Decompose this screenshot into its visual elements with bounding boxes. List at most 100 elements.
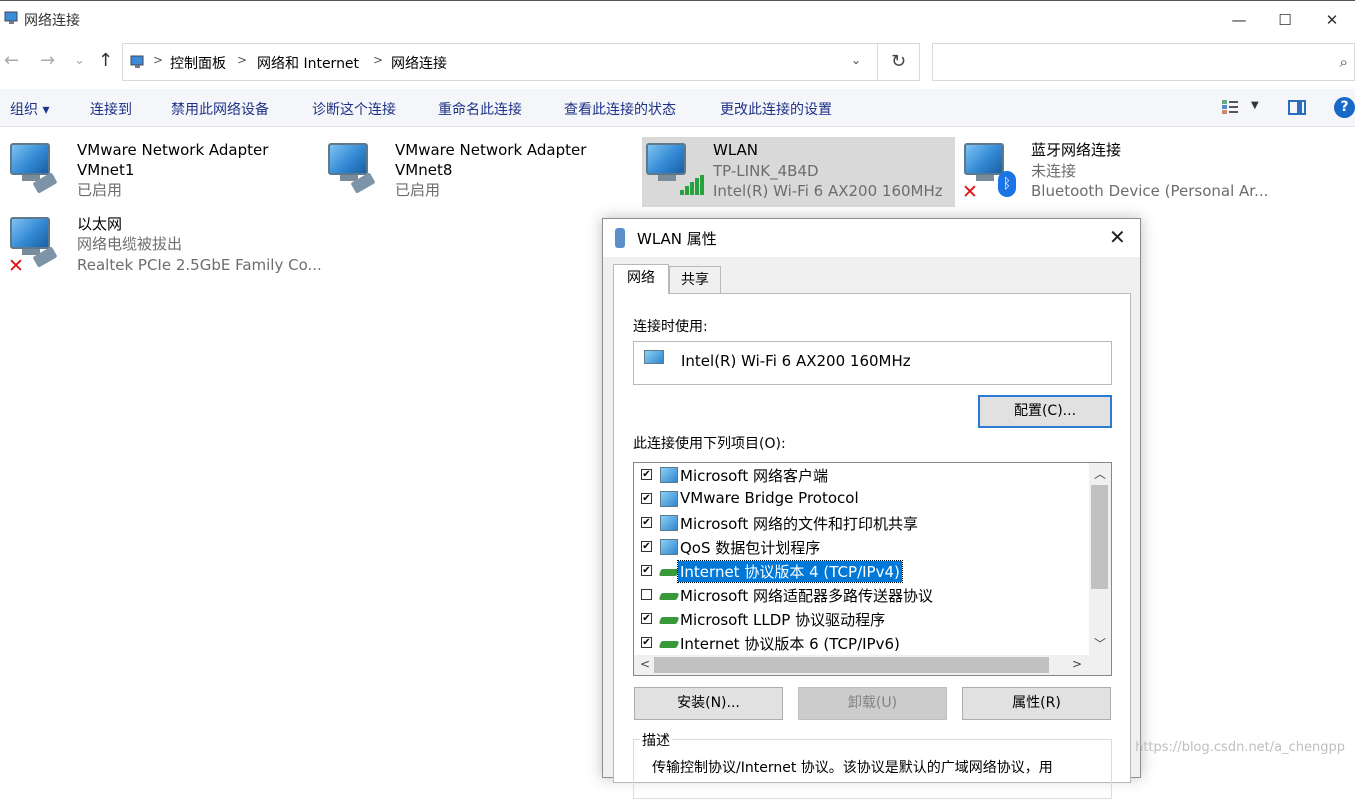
connection-item-bluetooth[interactable]: ✕ ᛒ 蓝牙网络连接 未连接 Bluetooth Device (Persona… bbox=[962, 137, 1272, 207]
window-title: 网络连接 bbox=[24, 13, 80, 29]
search-input[interactable]: ⌕ bbox=[932, 43, 1355, 81]
scroll-up-icon[interactable]: ︿ bbox=[1089, 465, 1111, 482]
item-label: Microsoft 网络适配器多路传送器协议 bbox=[680, 587, 934, 605]
connection-name: VMware Network Adapter bbox=[77, 141, 269, 159]
title-bar: 网络连接 — ☐ ✕ bbox=[0, 0, 1355, 38]
scroll-down-icon[interactable]: ﹀ bbox=[1089, 635, 1111, 652]
preview-pane-icon[interactable] bbox=[1288, 100, 1306, 115]
diagnose-button[interactable]: 诊断这个连接 bbox=[312, 99, 396, 119]
client-icon bbox=[660, 515, 678, 531]
list-item[interactable]: ✔ Internet 协议版本 6 (TCP/IPv6) bbox=[634, 631, 1094, 655]
connection-item-ethernet[interactable]: ✕ 以太网 网络电缆被拔出 Realtek PCIe 2.5GbE Family… bbox=[8, 211, 322, 281]
recent-locations-icon[interactable]: ⌄ bbox=[74, 53, 85, 68]
view-status-button[interactable]: 查看此连接的状态 bbox=[564, 99, 676, 119]
connection-name: WLAN bbox=[713, 141, 759, 159]
help-icon[interactable]: ? bbox=[1334, 97, 1355, 118]
breadcrumb-network-connections[interactable]: 网络连接 bbox=[391, 53, 447, 73]
connection-name: 蓝牙网络连接 bbox=[1031, 141, 1122, 159]
tab-network[interactable]: 网络 bbox=[613, 264, 669, 294]
change-settings-button[interactable]: 更改此连接的设置 bbox=[720, 99, 832, 119]
scroll-right-icon[interactable]: > bbox=[1066, 657, 1088, 671]
connection-detail: VMnet8 bbox=[395, 161, 453, 179]
item-label: Internet 协议版本 4 (TCP/IPv4) bbox=[677, 560, 903, 583]
connection-item-vmnet8[interactable]: VMware Network Adapter VMnet8 已启用 bbox=[326, 137, 626, 207]
forward-arrow-icon[interactable]: → bbox=[40, 50, 55, 71]
horizontal-scrollbar[interactable]: < > bbox=[634, 655, 1111, 675]
refresh-button[interactable]: ↻ bbox=[878, 43, 920, 81]
wlan-properties-dialog: WLAN 属性 ✕ 网络 共享 连接时使用: Intel(R) Wi-Fi 6 … bbox=[602, 218, 1141, 799]
chevron-down-icon[interactable]: ⌄ bbox=[851, 53, 861, 67]
install-button[interactable]: 安装(N)... bbox=[634, 687, 783, 720]
connection-status: 网络电缆被拔出 bbox=[77, 235, 183, 253]
scroll-left-icon[interactable]: < bbox=[634, 657, 656, 671]
list-item[interactable]: ✔ Microsoft 网络客户端 bbox=[634, 463, 1094, 487]
uninstall-button[interactable]: 卸载(U) bbox=[798, 687, 947, 720]
item-label: QoS 数据包计划程序 bbox=[680, 539, 821, 557]
breadcrumb-control-panel[interactable]: 控制面板 bbox=[170, 53, 226, 73]
wlan-adapter-icon bbox=[615, 228, 625, 248]
wifi-signal-icon bbox=[644, 139, 704, 199]
checkbox[interactable]: ✔ bbox=[641, 613, 652, 624]
list-item[interactable]: Microsoft 网络适配器多路传送器协议 bbox=[634, 583, 1094, 607]
list-item[interactable]: ✔ Microsoft LLDP 协议驱动程序 bbox=[634, 607, 1094, 631]
checkbox[interactable]: ✔ bbox=[641, 565, 652, 576]
item-label: VMware Bridge Protocol bbox=[680, 489, 859, 507]
network-tab-panel: 连接时使用: Intel(R) Wi-Fi 6 AX200 160MHz 配置(… bbox=[613, 293, 1131, 799]
checkbox[interactable]: ✔ bbox=[641, 517, 652, 528]
back-arrow-icon[interactable]: ← bbox=[4, 50, 19, 71]
connection-item-wlan[interactable]: WLAN TP-LINK_4B4D Intel(R) Wi-Fi 6 AX200… bbox=[642, 137, 955, 207]
list-item[interactable]: ✔ QoS 数据包计划程序 bbox=[634, 535, 1094, 559]
list-item[interactable]: ✔ VMware Bridge Protocol bbox=[634, 487, 1094, 511]
ethernet-icon: ✕ bbox=[8, 213, 66, 277]
dialog-title-bar: WLAN 属性 ✕ bbox=[603, 219, 1140, 257]
adapter-field: Intel(R) Wi-Fi 6 AX200 160MHz bbox=[633, 341, 1112, 385]
list-item[interactable]: ✔ Microsoft 网络的文件和打印机共享 bbox=[634, 511, 1094, 535]
connect-to-button[interactable]: 连接到 bbox=[90, 99, 132, 119]
organize-menu[interactable]: 组织 ▾ bbox=[10, 99, 49, 119]
maximize-button[interactable]: ☐ bbox=[1262, 1, 1308, 39]
bluetooth-icon: ᛒ bbox=[998, 171, 1016, 197]
connection-name: 以太网 bbox=[77, 215, 123, 233]
checkbox[interactable]: ✔ bbox=[641, 493, 652, 504]
connection-status: 已启用 bbox=[395, 181, 441, 199]
protocol-icon bbox=[658, 593, 680, 600]
disable-device-button[interactable]: 禁用此网络设备 bbox=[171, 99, 269, 119]
client-icon bbox=[660, 467, 678, 483]
dialog-close-button[interactable]: ✕ bbox=[1109, 225, 1126, 249]
chevron-right-icon: > bbox=[373, 53, 384, 67]
client-icon bbox=[660, 539, 678, 555]
checkbox[interactable] bbox=[641, 589, 652, 600]
close-button[interactable]: ✕ bbox=[1309, 1, 1355, 39]
watermark-url: https://blog.csdn.net/a_chengpp bbox=[1135, 740, 1345, 755]
ethernet-icon bbox=[326, 139, 384, 199]
checkbox[interactable]: ✔ bbox=[641, 541, 652, 552]
checkbox[interactable]: ✔ bbox=[641, 637, 652, 648]
up-arrow-icon[interactable]: ↑ bbox=[98, 50, 113, 71]
protocol-icon bbox=[658, 569, 680, 576]
rename-button[interactable]: 重命名此连接 bbox=[438, 99, 522, 119]
checkbox[interactable]: ✔ bbox=[641, 469, 652, 480]
change-view-icon[interactable] bbox=[1221, 99, 1239, 115]
vertical-scrollbar[interactable]: ︿ ﹀ bbox=[1089, 463, 1111, 655]
chevron-right-icon: > bbox=[237, 53, 248, 67]
scroll-thumb[interactable] bbox=[1091, 485, 1108, 589]
minimize-button[interactable]: — bbox=[1216, 1, 1262, 39]
tab-sharing[interactable]: 共享 bbox=[669, 266, 721, 294]
configure-button[interactable]: 配置(C)... bbox=[978, 395, 1112, 428]
address-bar[interactable]: > 控制面板 > 网络和 Internet > 网络连接 ⌄ bbox=[122, 43, 878, 81]
items-label: 此连接使用下列项目(O): bbox=[633, 436, 786, 452]
ethernet-icon bbox=[8, 139, 66, 199]
protocol-icon bbox=[658, 617, 680, 624]
breadcrumb-network-internet[interactable]: 网络和 Internet bbox=[257, 53, 359, 73]
connection-ssid: TP-LINK_4B4D bbox=[713, 162, 819, 180]
connection-item-vmnet1[interactable]: VMware Network Adapter VMnet1 已启用 bbox=[8, 137, 308, 207]
components-list[interactable]: ✔ Microsoft 网络客户端 ✔ VMware Bridge Protoc… bbox=[633, 462, 1112, 676]
item-label: Microsoft 网络客户端 bbox=[680, 467, 829, 485]
scroll-thumb[interactable] bbox=[654, 657, 1049, 673]
list-item-selected[interactable]: ✔ Internet 协议版本 4 (TCP/IPv4) bbox=[634, 559, 1094, 583]
view-options-dropdown-icon[interactable]: ▼ bbox=[1251, 100, 1259, 111]
connection-detail: VMnet1 bbox=[77, 161, 135, 179]
connection-device: Intel(R) Wi-Fi 6 AX200 160MHz bbox=[713, 182, 943, 200]
command-bar: 组织 ▾ 连接到 禁用此网络设备 诊断这个连接 重命名此连接 查看此连接的状态 … bbox=[0, 89, 1355, 127]
properties-button[interactable]: 属性(R) bbox=[962, 687, 1111, 720]
